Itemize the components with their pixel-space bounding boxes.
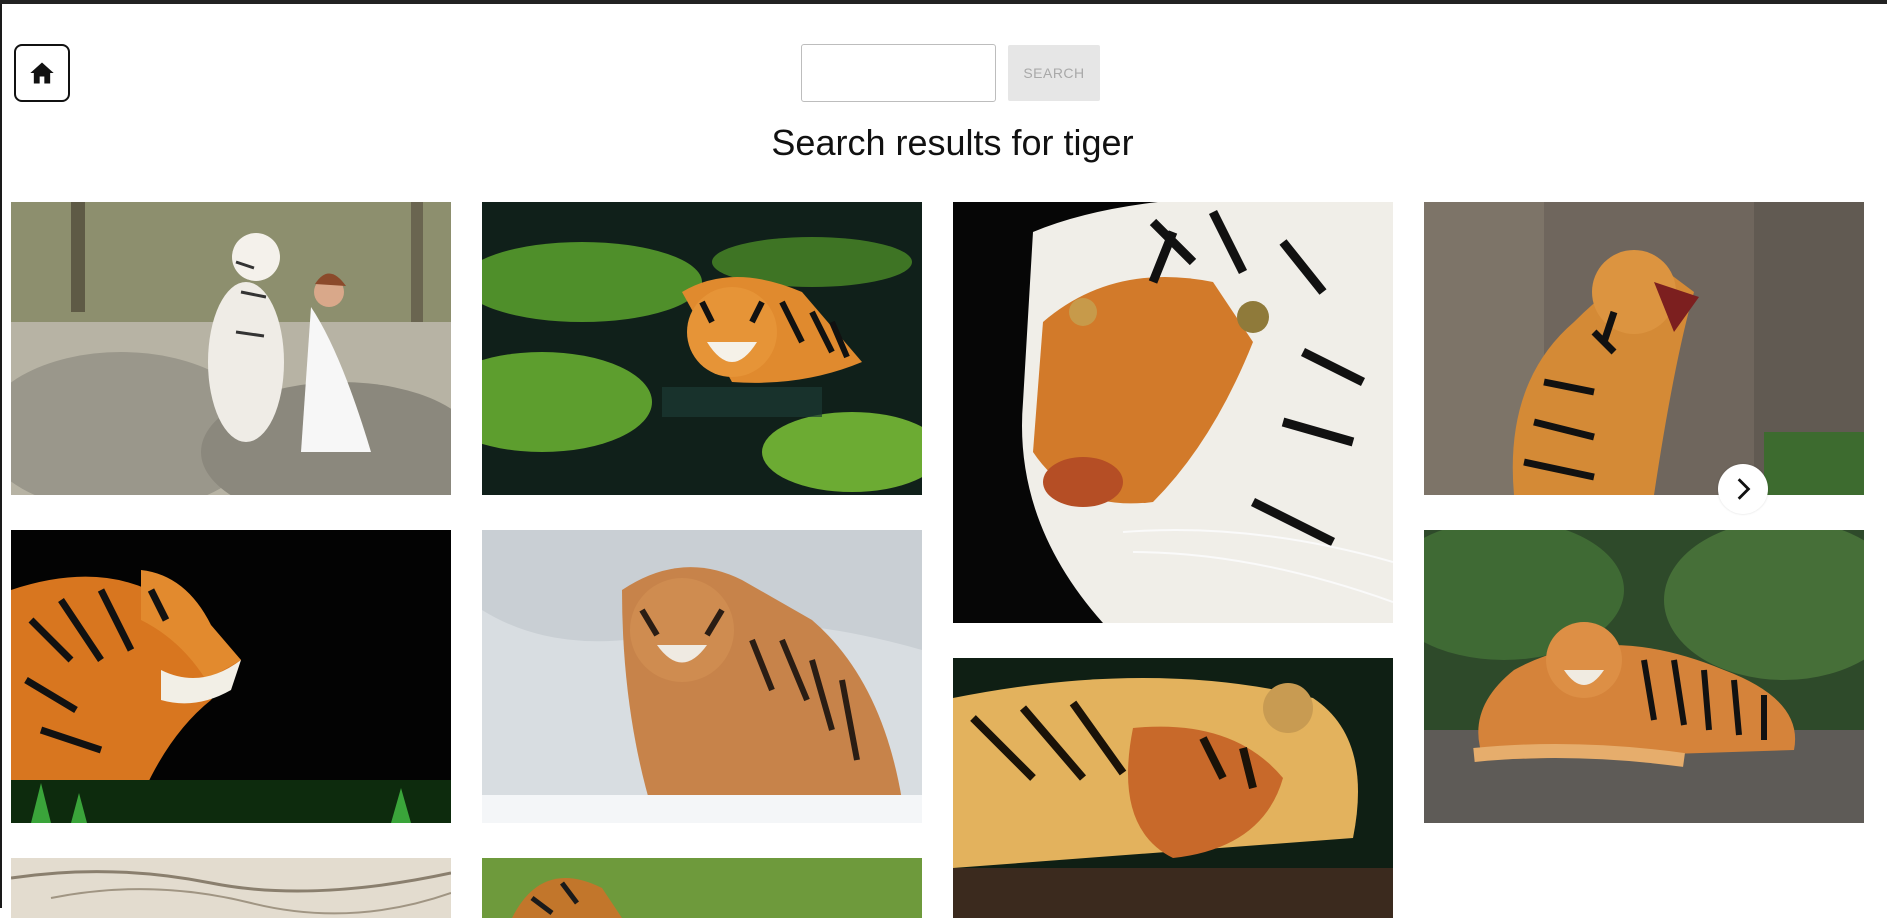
home-button[interactable] (14, 44, 70, 102)
result-image-8[interactable] (1424, 530, 1864, 823)
chevron-right-icon (1737, 478, 1751, 500)
result-image-1[interactable] (11, 202, 451, 495)
result-image-9[interactable] (11, 858, 451, 918)
search-input[interactable] (801, 44, 996, 102)
result-image-4[interactable] (1424, 202, 1864, 495)
result-image-6[interactable] (482, 530, 922, 823)
result-image-5[interactable] (11, 530, 451, 823)
result-image-3[interactable] (953, 202, 1393, 623)
result-image-2[interactable] (482, 202, 922, 495)
page-title: Search results for tiger (771, 122, 1134, 163)
result-image-10[interactable] (482, 858, 922, 918)
home-icon (30, 62, 54, 84)
result-image-7[interactable] (953, 658, 1393, 918)
next-button[interactable] (1718, 464, 1768, 514)
search-button[interactable]: SEARCH (1008, 45, 1100, 101)
